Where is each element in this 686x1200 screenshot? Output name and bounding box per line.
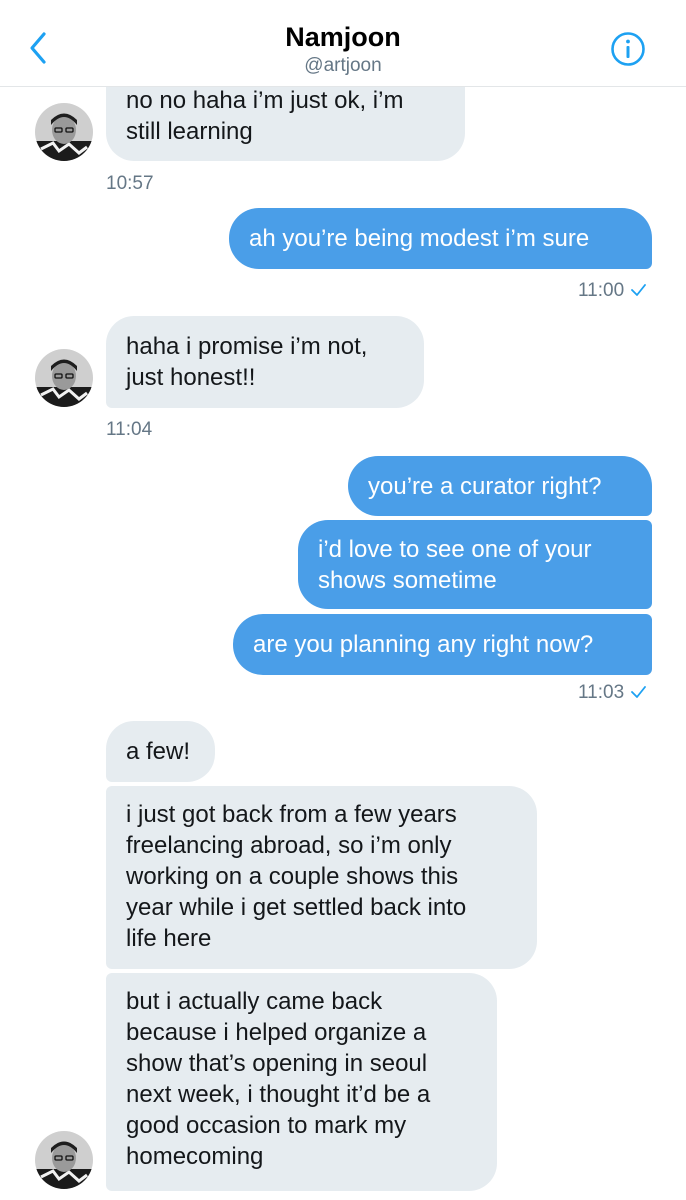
message-timestamp: 11:03 [578,682,625,703]
checkmark-icon [631,686,647,698]
info-button[interactable] [610,31,646,67]
message-bubble-incoming[interactable]: a few! [106,721,215,782]
message-text: a few! [126,738,191,765]
message-text: working on a couple shows this [126,863,459,890]
avatar[interactable] [35,1131,93,1189]
avatar-photo-icon [35,349,93,407]
message-text: just honest!! [126,364,256,391]
message-timestamp: 10:57 [106,173,154,194]
message-text: shows sometime [318,567,497,594]
message-text: i just got back from a few years [126,801,457,828]
message-text: freelancing abroad, so i’m only [126,832,452,859]
message-bubble-incoming[interactable]: but i actually came back because i helpe… [106,973,497,1191]
info-icon [611,32,645,66]
message-bubble-incoming[interactable]: no no haha i’m just ok, i’m still learni… [106,87,465,161]
message-bubble-outgoing[interactable]: i’d love to see one of your shows someti… [298,520,652,609]
message-text: ah you’re being modest i’m sure [249,225,590,252]
checkmark-icon [631,284,647,296]
message-text: year while i get settled back into [126,894,467,921]
message-text: homecoming [126,1143,264,1170]
avatar-photo-icon [35,103,93,161]
message-text: because i helped organize a [126,1019,427,1046]
message-bubble-outgoing[interactable]: ah you’re being modest i’m sure [229,208,652,269]
message-bubble-incoming[interactable]: haha i promise i’m not, just honest!! [106,316,424,408]
message-text: still learning [126,118,253,145]
message-text: i’d love to see one of your [318,536,592,563]
message-text: but i actually came back [126,988,383,1015]
message-timestamp: 11:00 [578,280,625,301]
message-text: good occasion to mark my [126,1112,407,1139]
avatar[interactable] [35,103,93,161]
message-text: show that’s opening in seoul [126,1050,428,1077]
message-bubble-outgoing[interactable]: you’re a curator right? [348,456,652,516]
message-text: no no haha i’m just ok, i’m [126,87,404,114]
message-timestamp-read: 11:03 [578,682,647,704]
avatar-photo-icon [35,1131,93,1189]
message-bubble-incoming[interactable]: i just got back from a few years freelan… [106,786,537,969]
message-text: are you planning any right now? [253,631,594,658]
message-text: haha i promise i’m not, [126,333,368,360]
message-thread[interactable]: no no haha i’m just ok, i’m still learni… [0,87,686,1200]
contact-name[interactable]: Namjoon [0,21,686,53]
message-text: you’re a curator right? [368,473,602,500]
message-timestamp: 11:04 [106,419,153,440]
contact-handle: @artjoon [304,55,382,76]
message-timestamp-read: 11:00 [578,280,647,302]
message-text: next week, i thought it’d be a [126,1081,431,1108]
message-text: life here [126,925,212,952]
message-bubble-outgoing[interactable]: are you planning any right now? [233,614,652,675]
avatar[interactable] [35,349,93,407]
conversation-header: Namjoon @artjoon [0,0,686,87]
